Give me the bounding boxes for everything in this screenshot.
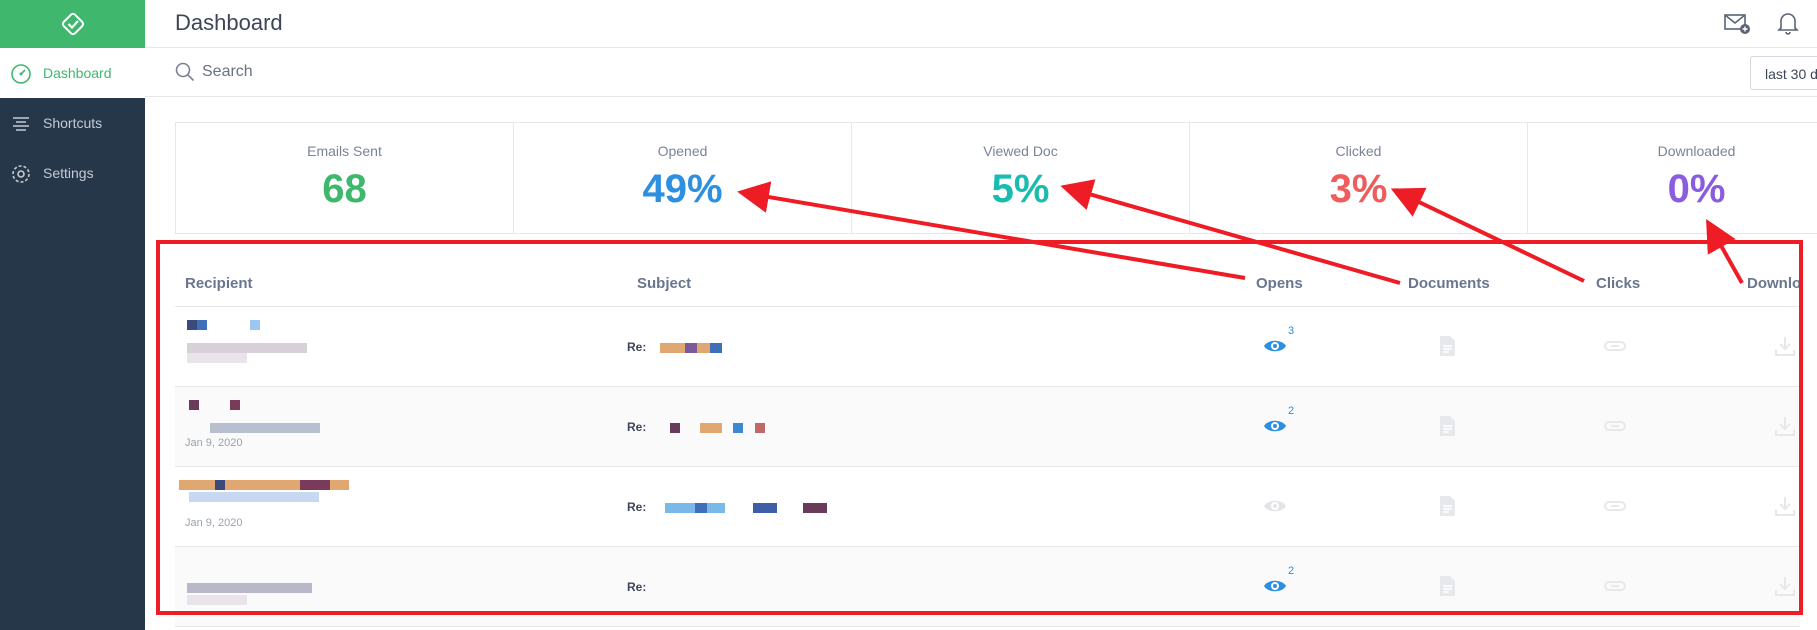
redacted-block: [803, 503, 827, 513]
redacted-block: [189, 492, 319, 502]
eye-icon[interactable]: [1263, 414, 1287, 438]
mail-add-icon[interactable]: [1723, 10, 1751, 36]
table-row[interactable]: Re: 3: [175, 307, 1800, 387]
redacted-block: [215, 480, 225, 490]
redacted-block: [695, 503, 707, 513]
table-row[interactable]: Jan 9, 2020 Re:: [175, 467, 1800, 547]
sidebar-item-settings[interactable]: Settings: [0, 148, 145, 198]
row-date: Jan 9, 2020: [185, 437, 243, 449]
redacted-block: [187, 583, 312, 593]
redacted-block: [187, 320, 197, 330]
activity-table: Recipient Subject Opens Documents Clicks…: [160, 240, 1800, 630]
eye-icon[interactable]: [1263, 574, 1287, 598]
sidebar: Dashboard Shortcuts Settings: [0, 0, 145, 630]
link-icon[interactable]: [1603, 334, 1627, 358]
redacted-block: [700, 423, 722, 433]
lines-icon: [13, 117, 29, 131]
stat-label: Downloaded: [1657, 143, 1736, 159]
speedometer-icon: [11, 64, 31, 84]
column-header-subject[interactable]: Subject: [637, 275, 691, 292]
date-range-select[interactable]: last 30 d: [1750, 56, 1817, 90]
app-logo[interactable]: [0, 0, 145, 48]
redacted-block: [230, 400, 240, 410]
download-icon[interactable]: [1773, 574, 1797, 598]
redacted-block: [300, 480, 330, 490]
stat-value: 3%: [1329, 167, 1388, 211]
redacted-block: [755, 423, 765, 433]
redacted-block: [685, 343, 697, 353]
redacted-block: [753, 503, 777, 513]
stat-label: Clicked: [1335, 143, 1382, 159]
sidebar-item-dashboard[interactable]: Dashboard: [0, 48, 145, 98]
download-icon[interactable]: [1773, 334, 1797, 358]
download-icon[interactable]: [1773, 414, 1797, 438]
document-icon[interactable]: [1435, 494, 1459, 518]
stat-value: 0%: [1667, 167, 1726, 211]
page-title: Dashboard: [175, 10, 283, 35]
subject-prefix: Re:: [627, 420, 647, 434]
stat-clicked: Clicked 3%: [1190, 123, 1528, 233]
check-diamond-icon: [61, 12, 84, 36]
redacted-block: [197, 320, 207, 330]
link-icon[interactable]: [1603, 574, 1627, 598]
stats-panel: Emails Sent 68 Opened 49% Viewed Doc 5% …: [175, 122, 1817, 234]
column-header-documents[interactable]: Documents: [1408, 275, 1490, 292]
redacted-block: [189, 400, 199, 410]
row-date: Jan 9, 2020: [185, 517, 243, 529]
table-row[interactable]: Re: 2: [175, 547, 1800, 627]
redacted-block: [733, 423, 743, 433]
redacted-block: [670, 423, 680, 433]
eye-icon[interactable]: [1263, 494, 1287, 518]
gear-icon: [12, 165, 30, 183]
opens-count: 3: [1288, 325, 1295, 337]
search-bar: last 30 d: [145, 48, 1817, 97]
stat-downloaded: Downloaded 0%: [1528, 123, 1817, 233]
search-input[interactable]: [202, 61, 602, 83]
bell-icon[interactable]: [1777, 10, 1799, 36]
stat-opened: Opened 49%: [514, 123, 852, 233]
sidebar-item-label: Settings: [43, 165, 94, 181]
subject-prefix: Re:: [627, 500, 647, 514]
sidebar-item-label: Shortcuts: [43, 115, 103, 131]
redacted-block: [187, 353, 247, 363]
stat-viewed-doc: Viewed Doc 5%: [852, 123, 1190, 233]
document-icon[interactable]: [1435, 574, 1459, 598]
opens-count: 2: [1288, 565, 1295, 577]
download-icon[interactable]: [1773, 494, 1797, 518]
column-header-opens[interactable]: Opens: [1256, 275, 1303, 292]
table-row[interactable]: Jan 9, 2020 Re: 2: [175, 387, 1800, 467]
redacted-block: [710, 343, 722, 353]
subject-prefix: Re:: [627, 340, 647, 354]
sidebar-item-label: Dashboard: [43, 65, 112, 81]
stat-label: Viewed Doc: [983, 143, 1058, 159]
redacted-block: [187, 595, 247, 605]
stat-label: Opened: [657, 143, 708, 159]
column-header-downloads[interactable]: Downloads: [1747, 275, 1800, 292]
link-icon[interactable]: [1603, 494, 1627, 518]
redacted-block: [210, 423, 320, 433]
column-header-recipient[interactable]: Recipient: [185, 275, 253, 292]
subject-prefix: Re:: [627, 580, 647, 594]
stat-value: 68: [322, 167, 367, 211]
link-icon[interactable]: [1603, 414, 1627, 438]
document-icon[interactable]: [1435, 334, 1459, 358]
top-bar: Dashboard: [145, 0, 1817, 48]
redacted-block: [250, 320, 260, 330]
stat-value: 49%: [642, 167, 723, 211]
stat-value: 5%: [991, 167, 1050, 211]
document-icon[interactable]: [1435, 414, 1459, 438]
stat-emails-sent: Emails Sent 68: [176, 123, 514, 233]
stat-label: Emails Sent: [307, 143, 382, 159]
sidebar-item-shortcuts[interactable]: Shortcuts: [0, 98, 145, 148]
opens-count: 2: [1288, 405, 1295, 417]
search-icon: [175, 62, 195, 82]
eye-icon[interactable]: [1263, 334, 1287, 358]
redacted-block: [187, 343, 307, 353]
column-header-clicks[interactable]: Clicks: [1596, 275, 1640, 292]
